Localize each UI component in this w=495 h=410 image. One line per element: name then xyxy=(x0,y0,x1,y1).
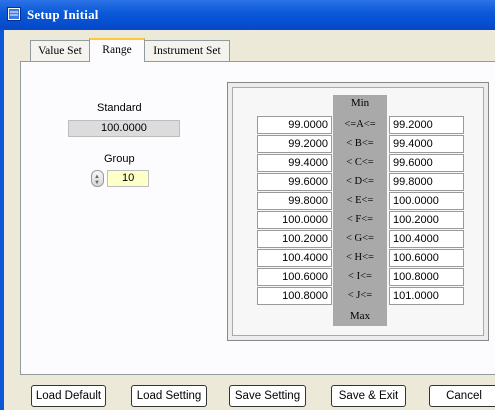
range-max-cell[interactable]: 99.6000 xyxy=(389,154,464,172)
range-condition-label: < J<= xyxy=(347,290,373,301)
range-min-cell[interactable]: 99.0000 xyxy=(257,116,332,134)
load-setting-button[interactable]: Load Setting xyxy=(131,385,207,407)
window-left-border xyxy=(0,30,4,410)
range-min-cell[interactable]: 100.6000 xyxy=(257,268,332,286)
load-default-button[interactable]: Load Default xyxy=(31,385,106,407)
range-min-cell[interactable]: 99.6000 xyxy=(257,173,332,191)
spinner-down-icon[interactable]: ▼ xyxy=(94,180,100,186)
range-condition-label: <=A<= xyxy=(344,119,376,130)
range-condition-label: < C<= xyxy=(346,157,374,168)
range-condition-label: < B<= xyxy=(346,138,374,149)
range-max-cell[interactable]: 100.4000 xyxy=(389,230,464,248)
window-title: Setup Initial xyxy=(27,7,99,22)
range-max-cell[interactable]: 100.2000 xyxy=(389,211,464,229)
range-max-cell[interactable]: 100.0000 xyxy=(389,192,464,210)
group-label: Group xyxy=(104,153,135,165)
range-max-cell[interactable]: 100.6000 xyxy=(389,249,464,267)
max-header: Max xyxy=(349,310,371,322)
range-min-cell[interactable]: 100.2000 xyxy=(257,230,332,248)
save-setting-button[interactable]: Save Setting xyxy=(229,385,306,407)
min-header: Min xyxy=(350,97,370,109)
range-min-cell[interactable]: 100.4000 xyxy=(257,249,332,267)
standard-value-field: 100.0000 xyxy=(68,120,180,137)
range-min-cell[interactable]: 99.2000 xyxy=(257,135,332,153)
range-min-cell[interactable]: 100.0000 xyxy=(257,211,332,229)
range-min-cell[interactable]: 99.8000 xyxy=(257,192,332,210)
range-max-cell[interactable]: 99.8000 xyxy=(389,173,464,191)
title-bar[interactable]: Setup Initial xyxy=(0,0,495,30)
range-max-cell[interactable]: 99.4000 xyxy=(389,135,464,153)
group-input[interactable]: 10 xyxy=(107,170,149,187)
range-min-cell[interactable]: 100.8000 xyxy=(257,287,332,305)
range-condition-label: < D<= xyxy=(346,176,374,187)
tab-value-set[interactable]: Value Set xyxy=(30,40,90,61)
range-condition-label: < G<= xyxy=(346,233,374,244)
tab-instrument-set[interactable]: Instrument Set xyxy=(144,40,230,61)
range-condition-label: < H<= xyxy=(346,252,374,263)
range-condition-label: < E<= xyxy=(346,195,374,206)
group-spinner[interactable]: ▲ ▼ xyxy=(91,170,104,187)
range-condition-label: < I<= xyxy=(348,271,372,282)
range-max-cell[interactable]: 99.2000 xyxy=(389,116,464,134)
range-min-cell[interactable]: 99.4000 xyxy=(257,154,332,172)
range-max-cell[interactable]: 100.8000 xyxy=(389,268,464,286)
range-max-cell[interactable]: 101.0000 xyxy=(389,287,464,305)
window-app-icon xyxy=(7,7,21,21)
range-condition-label: < F<= xyxy=(346,214,374,225)
cancel-button[interactable]: Cancel xyxy=(429,385,495,407)
standard-label: Standard xyxy=(97,102,142,114)
save-exit-button[interactable]: Save & Exit xyxy=(331,385,406,407)
tab-range[interactable]: Range xyxy=(89,38,145,62)
